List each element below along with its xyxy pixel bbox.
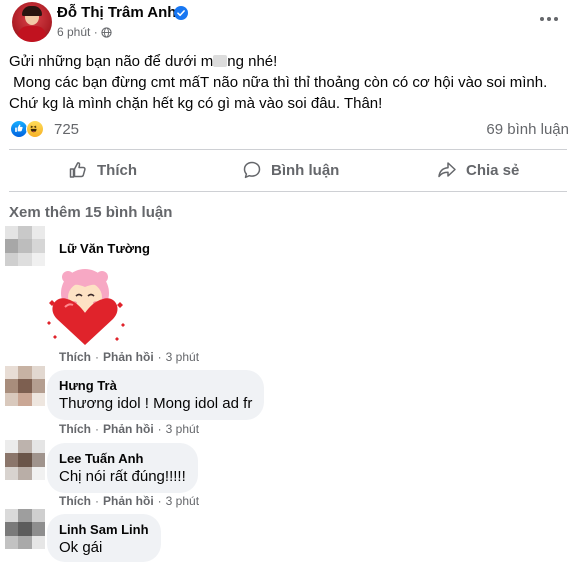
comment-time[interactable]: 3 phút: [166, 350, 199, 364]
divider: [9, 191, 567, 192]
comment-actions: Thích · Phản hồi · 3 phút: [59, 494, 200, 508]
comment-actions: Thích · Phản hồi · 3 phút: [59, 422, 200, 436]
comment-bubble: Lee Tuấn Anh Chị nói rất đúng!!!!!: [47, 443, 198, 493]
comment-reply-link[interactable]: Phản hồi: [103, 422, 154, 436]
share-button[interactable]: Chia sẻ: [437, 150, 519, 190]
blurred-text: [213, 55, 228, 67]
comment-actions: Thích · Phản hồi · 3 phút: [59, 350, 200, 364]
comment-time[interactable]: 3 phút: [166, 422, 199, 436]
post-line-1: Gửi những bạn não để dưới m ng nhé!: [9, 53, 278, 70]
more-options-icon[interactable]: [538, 10, 560, 28]
comment-count[interactable]: 69 bình luận: [486, 121, 569, 138]
thumbs-up-icon: [69, 162, 86, 178]
comment-bubble: Linh Sam Linh Ok gái: [47, 514, 161, 562]
heart-girl-sticker: [47, 269, 125, 345]
comment-time[interactable]: 3 phút: [166, 494, 199, 508]
commenter-name[interactable]: Linh Sam Linh: [59, 522, 149, 538]
comment-text: Thương idol ! Mong idol ad fr: [59, 395, 253, 412]
comment-bubble: Hưng Trà Thương idol ! Mong idol ad fr: [47, 370, 265, 420]
commenter-name[interactable]: Lee Tuấn Anh: [59, 451, 186, 467]
globe-icon: [101, 26, 112, 38]
comment-reply-link[interactable]: Phản hồi: [103, 350, 154, 364]
comment-like-link[interactable]: Thích: [59, 422, 91, 436]
see-more-comments-link[interactable]: Xem thêm 15 bình luận: [9, 204, 172, 221]
comment-reply-link[interactable]: Phản hồi: [103, 494, 154, 508]
post-text: Gửi những bạn não để dưới m ng nhé! Mong …: [9, 51, 569, 114]
post-time[interactable]: 6 phút ·: [57, 25, 98, 39]
like-button[interactable]: Thích: [68, 150, 137, 190]
comment-text: Chị nói rất đúng!!!!!: [59, 468, 186, 485]
comment-like-link[interactable]: Thích: [59, 350, 91, 364]
commenter-avatar[interactable]: [5, 440, 45, 480]
commenter-avatar[interactable]: [5, 366, 45, 406]
haha-reaction-icon[interactable]: [26, 120, 44, 138]
comment-icon: [243, 161, 261, 179]
comment-like-link[interactable]: Thích: [59, 494, 91, 508]
author-name[interactable]: Đỗ Thị Trâm Anh: [57, 4, 176, 21]
post-actions: Thích Bình luận Chia sẻ: [9, 150, 567, 190]
post-header: Đỗ Thị Trâm Anh 6 phút ·: [0, 0, 578, 44]
comment-button[interactable]: Bình luận: [242, 150, 339, 190]
post-line-3: Chứ kg là mình chặn hết kg có gì mà vào …: [9, 95, 383, 112]
comment-label: Bình luận: [271, 161, 340, 179]
commenter-name[interactable]: Hưng Trà: [59, 378, 252, 394]
verified-badge-icon: [174, 6, 188, 20]
like-label: Thích: [97, 161, 137, 179]
commenter-avatar[interactable]: [5, 509, 45, 549]
post-line-2: Mong các bạn đừng cmt mấT não nữa thì th…: [9, 74, 548, 91]
commenter-name[interactable]: Lữ Văn Tường: [59, 241, 150, 256]
reaction-count[interactable]: 725: [54, 121, 79, 138]
author-avatar[interactable]: [12, 2, 52, 42]
commenter-avatar[interactable]: [5, 226, 45, 266]
reactions-bar: 725 69 bình luận: [9, 117, 569, 141]
share-label: Chia sẻ: [466, 161, 520, 179]
share-icon: [438, 162, 456, 178]
comment-text: Ok gái: [59, 539, 103, 556]
post-meta: 6 phút ·: [57, 25, 112, 39]
